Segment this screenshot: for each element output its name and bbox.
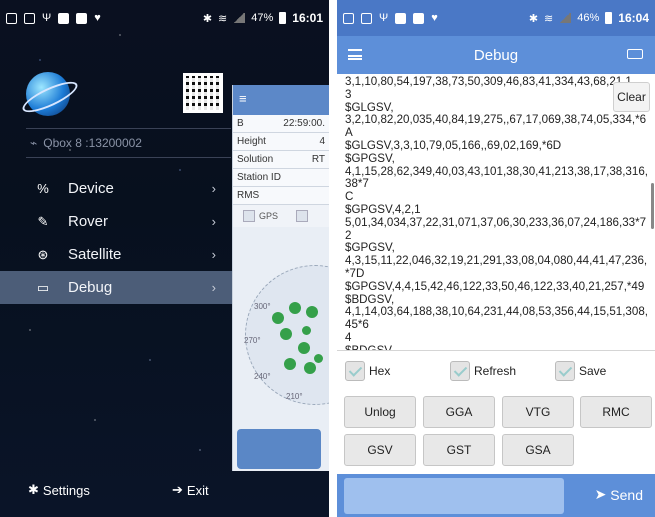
exit-button[interactable]: ➔ Exit: [172, 482, 209, 498]
bluetooth-icon: ✱: [528, 12, 539, 25]
sim-icon: [395, 12, 407, 24]
checkbox-icon: [450, 360, 470, 381]
peek-satellite-button: [237, 429, 321, 469]
save-checkbox[interactable]: Save: [555, 360, 606, 381]
chevron-right-icon: ›: [211, 280, 216, 295]
sim-icon: [58, 12, 70, 24]
options-row: Hex Refresh Save: [337, 350, 655, 390]
vtg-button[interactable]: VTG: [502, 396, 574, 428]
battery-icon: [605, 12, 613, 24]
chevron-right-icon: ›: [211, 181, 216, 196]
satellite-dot: [302, 326, 311, 335]
background-panel-peek: ≡ B 22:59:00. Height 4 Solution RT Stati…: [232, 85, 329, 471]
hex-checkbox[interactable]: Hex: [345, 360, 390, 381]
peek-row: Solution RT: [233, 151, 329, 169]
page-title: Debug: [473, 46, 519, 64]
lock-icon: [24, 12, 35, 24]
exit-icon: ➔: [172, 482, 183, 497]
chevron-right-icon: ›: [211, 214, 216, 229]
battery-percent: 47%: [251, 12, 274, 24]
gsv-button[interactable]: GSV: [344, 434, 416, 466]
satellite-dot: [280, 328, 292, 340]
satellite-dot: [298, 342, 310, 354]
status-bar: Ψ ♥ ✱ ≋ 47% 16:01: [0, 0, 329, 36]
title-bar: Debug: [337, 36, 655, 74]
peek-row: RMS: [233, 187, 329, 205]
pin-icon: ♥: [431, 12, 438, 24]
clock: 16:01: [292, 11, 323, 25]
battery-percent: 46%: [577, 12, 600, 24]
peek-header: ≡: [233, 85, 329, 115]
menu-item-satellite[interactable]: ⊛ Satellite ›: [0, 238, 232, 271]
battery-icon: [279, 12, 287, 24]
divider: [26, 128, 231, 129]
app-logo-icon: [26, 72, 70, 116]
satellite-dot: [304, 362, 316, 374]
gear-icon: ✱: [28, 482, 39, 497]
laptop-icon: ▭: [36, 279, 50, 295]
satellite-icon: ⊛: [37, 246, 49, 262]
refresh-checkbox[interactable]: Refresh: [450, 360, 516, 381]
gsa-button[interactable]: GSA: [502, 434, 574, 466]
wifi-icon: ≋: [544, 12, 554, 25]
menu-icon[interactable]: [348, 49, 362, 60]
satellite-dot: [272, 312, 284, 324]
send-bar: ➤ Send: [337, 474, 655, 517]
unlog-button[interactable]: Unlog: [344, 396, 416, 428]
gga-button[interactable]: GGA: [423, 396, 495, 428]
satellite-dot: [314, 354, 323, 363]
satellite-dot: [306, 306, 318, 318]
peek-row: Station ID: [233, 169, 329, 187]
send-button[interactable]: ➤ Send: [595, 486, 643, 503]
peek-filter: GPS: [233, 205, 329, 227]
settings-button[interactable]: ✱ Settings: [28, 482, 90, 498]
debug-log-output[interactable]: 3,1,10,80,54,197,38,73,50,309,46,83,41,3…: [337, 74, 655, 350]
signal-icon: [559, 13, 572, 23]
drawer-menu: % Device › ✎ Rover › ⊛ Satellite › ▭ Deb…: [0, 172, 232, 304]
log-scrollbar[interactable]: [651, 183, 654, 229]
pin-icon: ♥: [94, 12, 101, 24]
clock: 16:04: [618, 11, 649, 25]
satellite-dot: [284, 358, 296, 370]
status-bar: Ψ ♥ ✱ ≋ 46% 16:04: [337, 0, 655, 36]
left-screen: Ψ ♥ ✱ ≋ 47% 16:01 ⌁ Qbox 8 :13200002 ≡ B…: [0, 0, 329, 517]
battery-status-icon[interactable]: [627, 49, 643, 59]
right-screen: Ψ ♥ ✱ ≋ 46% 16:04 Debug 3,1,10,80,54,197…: [337, 0, 655, 517]
send-icon: ➤: [594, 486, 607, 502]
skyplot: 300° 270° 240° 210°: [244, 265, 329, 405]
lock-solid-icon: [413, 12, 425, 24]
device-connection[interactable]: ⌁ Qbox 8 :13200002: [30, 136, 142, 150]
satellite-dot: [289, 302, 301, 314]
lock-icon: [361, 12, 372, 24]
rmc-button[interactable]: RMC: [580, 396, 652, 428]
usb-icon: Ψ: [379, 12, 389, 24]
gst-button[interactable]: GST: [423, 434, 495, 466]
notification-icon: [343, 12, 354, 24]
menu-item-device[interactable]: % Device ›: [0, 172, 232, 205]
chevron-right-icon: ›: [211, 247, 216, 262]
connect-icon: ⌁: [30, 136, 38, 150]
menu-item-debug[interactable]: ▭ Debug ›: [0, 271, 232, 304]
qr-code-icon[interactable]: [183, 73, 223, 113]
divider: [26, 157, 231, 158]
bluetooth-icon: ✱: [202, 12, 213, 25]
wifi-icon: ≋: [218, 12, 228, 25]
clear-button[interactable]: Clear: [613, 82, 650, 112]
notification-icon: [6, 12, 17, 24]
edit-icon: ✎: [37, 213, 49, 229]
signal-icon: [233, 13, 246, 23]
link-icon: %: [37, 181, 49, 196]
checkbox-icon: [345, 360, 365, 381]
command-input[interactable]: [344, 478, 564, 514]
checkbox-icon: [555, 360, 575, 381]
device-label: Qbox 8 :13200002: [43, 136, 142, 150]
peek-row: Height 4: [233, 133, 329, 151]
usb-icon: Ψ: [42, 12, 52, 24]
lock-solid-icon: [76, 12, 88, 24]
menu-item-rover[interactable]: ✎ Rover ›: [0, 205, 232, 238]
peek-row: B 22:59:00.: [233, 115, 329, 133]
